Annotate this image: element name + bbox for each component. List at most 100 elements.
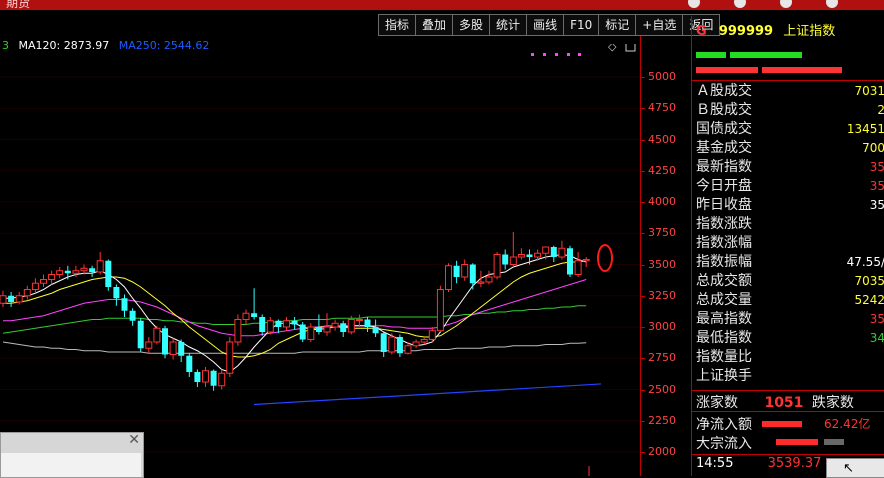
candle-body xyxy=(582,259,590,262)
indicator-button[interactable]: 指标 xyxy=(378,14,417,36)
quote-row-label: 指数量比 xyxy=(696,349,752,365)
popup-window: ✕ xyxy=(0,432,144,478)
statistics-button[interactable]: 统计 xyxy=(490,14,528,36)
candle-body xyxy=(517,254,525,258)
quote-row-value: 7031 xyxy=(854,84,884,98)
candle-body xyxy=(105,260,112,287)
candle-up xyxy=(218,369,226,390)
candle-body xyxy=(526,254,533,257)
overlay-button[interactable]: 叠加 xyxy=(416,14,454,36)
quote-row-label: 总成交量 xyxy=(696,292,752,308)
marker-dot xyxy=(543,53,546,56)
axis-label: 4250 xyxy=(648,163,676,177)
axis-tick xyxy=(640,295,645,297)
candle-body xyxy=(145,341,153,349)
add-watchlist-button[interactable]: +自选 xyxy=(636,14,684,36)
quote-row-value: 35 xyxy=(869,198,884,212)
fall-label: 跌家数 xyxy=(811,395,854,411)
candle-down xyxy=(8,292,15,307)
candles xyxy=(0,232,590,391)
candle-body xyxy=(485,276,493,283)
axis-label: 3000 xyxy=(648,320,676,333)
quote-row-value: 7035 xyxy=(854,274,884,288)
quote-panel: G 999999 上证指数 Ａ股成交 7031 Ｂ股成交 2 国债成交 13451 基金成交… xyxy=(691,16,884,476)
candle-body xyxy=(567,248,573,275)
quote-row: 国债成交 13451 xyxy=(692,120,884,139)
candle-down xyxy=(567,245,573,277)
candle-body xyxy=(355,319,363,321)
price-value: 3539.37 xyxy=(767,456,822,471)
axis-tick xyxy=(640,170,645,172)
net-inflow-value: 62.42亿 xyxy=(824,417,871,431)
quote-row-label: 上证换手 xyxy=(696,368,752,384)
candle-down xyxy=(251,288,258,320)
candle-body xyxy=(323,326,331,333)
candle-body xyxy=(80,267,88,272)
axis-label: 4500 xyxy=(648,132,676,146)
candle-body xyxy=(574,260,582,275)
axis-label: 3500 xyxy=(648,257,676,271)
close-icon[interactable] xyxy=(826,0,838,8)
candle-down xyxy=(121,294,128,317)
quote-row: 最低指数 34 xyxy=(692,329,884,348)
quote-row: 基金成交 700 xyxy=(692,139,884,158)
quote-row-value: 35 xyxy=(869,312,884,326)
candle-body xyxy=(96,260,104,273)
quote-row-label: 最低指数 xyxy=(696,330,752,346)
net-inflow-label: 净流入额 xyxy=(696,417,752,433)
candle-down xyxy=(502,249,509,270)
rise-label: 涨家数 xyxy=(696,395,738,411)
candle-up xyxy=(234,314,242,346)
axis-label: 2500 xyxy=(648,382,676,396)
candle-up xyxy=(485,270,493,285)
overlay-window[interactable]: ↖ xyxy=(826,458,884,478)
mark-button[interactable]: 标记 xyxy=(599,14,637,36)
restore-icon[interactable] xyxy=(780,0,792,8)
candle-body xyxy=(558,247,566,258)
candle-down xyxy=(299,322,306,342)
candle-up xyxy=(574,252,582,277)
candle-down xyxy=(396,334,403,357)
quote-row-label: Ａ股成交 xyxy=(696,83,752,99)
marker-dot xyxy=(578,53,581,56)
draw-line-button[interactable]: 画线 xyxy=(527,14,565,36)
marker-dot xyxy=(555,53,558,56)
candle-body xyxy=(186,355,193,372)
quote-header: G 999999 上证指数 xyxy=(696,20,835,39)
candle-up xyxy=(31,278,39,294)
axis-tick xyxy=(640,420,645,422)
candle-up xyxy=(266,317,274,335)
highlight-circle xyxy=(597,244,613,272)
candle-body xyxy=(234,319,242,343)
axis-label: 2000 xyxy=(648,445,676,458)
block-flow-bar xyxy=(824,439,844,445)
candle-down xyxy=(340,320,347,337)
candle-body xyxy=(364,319,371,327)
multi-stock-button[interactable]: 多股 xyxy=(453,14,491,36)
candle-body xyxy=(315,327,322,332)
f10-button[interactable]: F10 xyxy=(564,14,600,36)
candle-body xyxy=(404,345,412,354)
candle-body xyxy=(8,295,15,302)
candlestick-chart[interactable]: ◇ xyxy=(0,44,640,476)
candle-up xyxy=(582,257,590,267)
close-icon[interactable]: ✕ xyxy=(128,432,140,448)
maximize-icon[interactable] xyxy=(734,0,746,8)
minimize-icon[interactable] xyxy=(688,0,700,8)
candle-up xyxy=(56,267,64,279)
candle-body xyxy=(259,317,266,332)
candle-body xyxy=(210,370,217,386)
axis-label: 2750 xyxy=(648,351,676,365)
quote-row: 指数涨跌 xyxy=(692,215,884,234)
marker-dot xyxy=(531,53,534,56)
quote-row-value: 34 xyxy=(869,331,884,345)
window-toggle-icon xyxy=(625,44,636,52)
candle-up xyxy=(242,309,250,325)
axis-label: 5000 xyxy=(648,70,676,83)
quote-row: 指数涨幅 xyxy=(692,234,884,253)
candle-body xyxy=(396,337,403,354)
candle-body xyxy=(129,310,136,321)
candle-body xyxy=(169,341,177,355)
time-value: 14:55 xyxy=(696,456,734,471)
candle-body xyxy=(202,370,209,383)
